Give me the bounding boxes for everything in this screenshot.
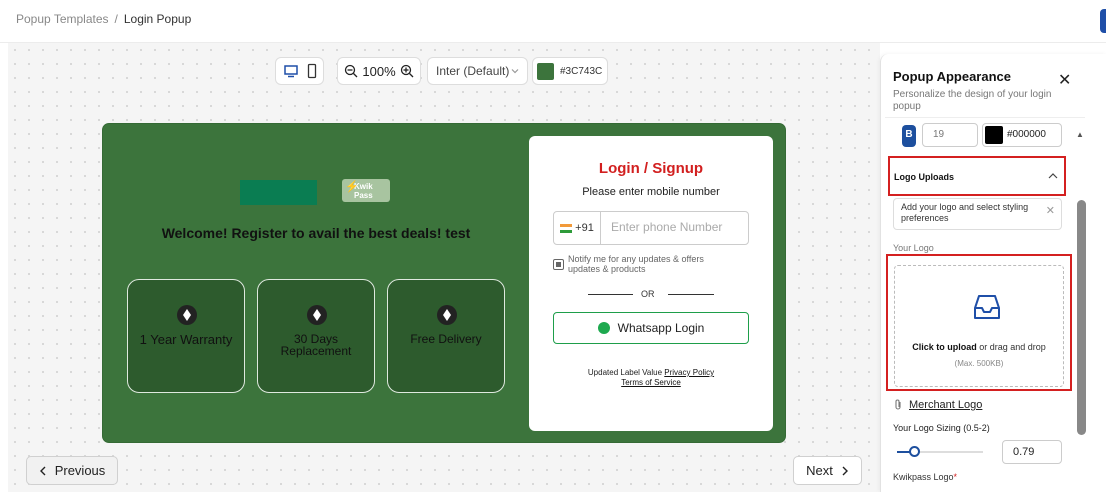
desktop-icon[interactable] — [283, 63, 299, 79]
panel-subtitle: Personalize the design of your login pop… — [893, 89, 1052, 112]
zoom-out-icon[interactable] — [344, 64, 358, 78]
kwikpass-logo-text: Kwikpass Logo — [893, 472, 954, 482]
logo-upload-area[interactable]: Click to upload or drag and drop (Max. 5… — [886, 254, 1072, 391]
feature-icon — [177, 305, 197, 325]
panel-title: Popup Appearance — [893, 69, 1011, 84]
chevron-up-icon — [1048, 173, 1058, 179]
logo-hint-box: Add your logo and select styling prefere… — [893, 198, 1062, 230]
close-icon[interactable]: ✕ — [1058, 70, 1071, 90]
merchant-logo-row[interactable]: Merchant Logo — [893, 399, 982, 411]
india-flag-icon — [560, 223, 573, 233]
breadcrumb-parent[interactable]: Popup Templates — [16, 12, 109, 26]
bolt-icon: ⚡ — [345, 181, 359, 193]
notify-checkbox[interactable] — [553, 259, 564, 270]
feature-label: 1 Year Warranty — [139, 332, 233, 347]
or-divider: OR — [641, 289, 655, 299]
divider-line — [588, 294, 633, 295]
previous-label: Previous — [54, 463, 106, 478]
font-size-input[interactable]: 19 — [922, 123, 978, 147]
upload-instructions: Click to upload or drag and drop — [895, 342, 1063, 352]
mobile-icon[interactable] — [304, 63, 320, 79]
feature-icon — [437, 305, 457, 325]
notify-label: Notify me for any updates & offers updat… — [568, 254, 704, 274]
upload-max-size: (Max. 500KB) — [954, 359, 1004, 368]
whatsapp-login-button[interactable]: Whatsapp Login — [553, 312, 749, 344]
color-picker[interactable]: #3C743C — [532, 57, 608, 85]
text-color-input[interactable]: #000000 — [982, 123, 1062, 147]
panel-divider — [885, 117, 1085, 118]
login-subtitle: Please enter mobile number — [582, 186, 720, 198]
divider-line — [668, 294, 714, 295]
country-code-select[interactable]: +91 — [554, 212, 601, 244]
kwikpass-logo-label: Kwikpass Logo* — [893, 472, 957, 482]
next-button[interactable]: Next — [793, 456, 862, 485]
zoom-level: 100% — [362, 63, 396, 79]
logo-hint-text: Add your logo and select styling prefere… — [901, 202, 1029, 223]
upload-drag-text: or drag and drop — [976, 342, 1046, 352]
phone-field: +91 — [553, 211, 749, 245]
feature-card: Free Delivery — [387, 279, 505, 393]
previous-button[interactable]: Previous — [26, 456, 118, 485]
zoom-control: 100% — [337, 57, 421, 85]
scroll-up-icon[interactable]: ▲ — [1076, 130, 1084, 139]
inbox-icon — [974, 295, 1000, 319]
top-action-button[interactable] — [1100, 9, 1106, 33]
country-code: +91 — [575, 222, 594, 234]
bold-button[interactable]: B — [902, 125, 916, 147]
paperclip-icon — [895, 399, 901, 410]
breadcrumb: Popup Templates / Login Popup — [16, 12, 191, 26]
chevron-left-icon — [39, 466, 46, 475]
login-title: Login / Signup — [598, 160, 704, 177]
zoom-in-icon[interactable] — [400, 64, 414, 78]
breadcrumb-separator: / — [114, 12, 118, 26]
chevron-right-icon — [842, 466, 848, 475]
breadcrumb-current: Login Popup — [123, 12, 192, 26]
color-swatch[interactable] — [537, 62, 554, 80]
font-select-value: Inter (Default) — [436, 64, 510, 78]
merchant-logo-image — [240, 180, 317, 205]
terms-link[interactable]: Terms of Service — [621, 378, 681, 387]
feature-icon — [307, 305, 327, 325]
logo-uploads-title: Logo Uploads — [894, 172, 954, 182]
legal-prefix: Updated Label Value — [587, 368, 663, 377]
logo-sizing-label: Your Logo Sizing (0.5-2) — [893, 423, 990, 433]
text-color-value: #000000 — [1007, 129, 1046, 140]
panel-scrollbar[interactable] — [1077, 200, 1086, 435]
feature-label: Free Delivery — [410, 332, 482, 346]
close-icon[interactable]: ✕ — [1046, 206, 1055, 217]
click-to-upload-link[interactable]: Click to upload — [912, 342, 977, 352]
whatsapp-icon — [597, 322, 610, 334]
device-toggle — [275, 57, 324, 85]
privacy-policy-link[interactable]: Privacy Policy — [664, 368, 714, 377]
logo-size-slider[interactable] — [897, 446, 983, 457]
your-logo-label: Your Logo — [893, 243, 934, 253]
text-color-swatch[interactable] — [985, 126, 1003, 144]
feature-label: 30 Days Replacement — [280, 332, 352, 358]
chevron-down-icon — [511, 69, 519, 74]
logo-uploads-header[interactable]: Logo Uploads — [888, 156, 1066, 196]
legal-text: Updated Label Value Privacy Policy Terms… — [529, 368, 773, 388]
feature-card: 30 Days Replacement — [257, 279, 375, 393]
dropzone[interactable]: Click to upload or drag and drop (Max. 5… — [894, 265, 1064, 387]
whatsapp-login-label: Whatsapp Login — [617, 321, 705, 335]
feature-card: 1 Year Warranty — [127, 279, 245, 393]
color-hex: #3C743C — [560, 65, 603, 77]
merchant-logo-link[interactable]: Merchant Logo — [909, 399, 982, 411]
phone-input[interactable] — [611, 220, 741, 234]
slider-thumb[interactable] — [909, 446, 920, 457]
welcome-heading: Welcome! Register to avail the best deal… — [161, 225, 471, 241]
next-label: Next — [806, 463, 833, 478]
required-mark: * — [953, 472, 958, 482]
logo-size-input[interactable]: 0.79 — [1002, 440, 1062, 464]
font-select[interactable]: Inter (Default) — [427, 57, 528, 85]
kwikpass-logo: ⚡ Kwik Pass — [342, 179, 390, 202]
